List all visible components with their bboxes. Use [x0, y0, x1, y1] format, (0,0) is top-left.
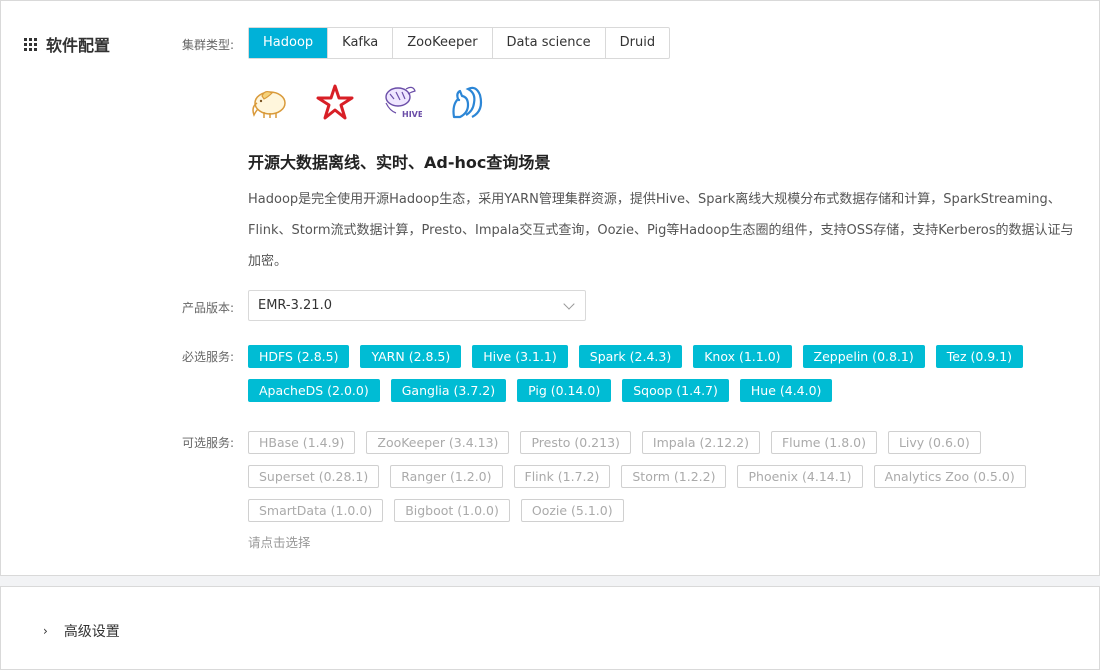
service-tag[interactable]: Pig (0.14.0) — [517, 379, 612, 402]
optional-services-label: 可选服务: — [182, 436, 235, 450]
service-tag[interactable]: Zeppelin (0.8.1) — [802, 345, 925, 368]
software-config-panel: 软件配置 集群类型: Hadoop Kafka ZooKeeper Data scie… — [0, 0, 1100, 576]
scene-title: 开源大数据离线、实时、Ad-hoc查询场景 — [248, 153, 551, 172]
service-tag[interactable]: Livy (0.6.0) — [887, 431, 981, 454]
service-tag[interactable]: Spark (2.4.3) — [578, 345, 683, 368]
service-tag[interactable]: YARN (2.8.5) — [360, 345, 462, 368]
scene-description: Hadoop是完全使用开源Hadoop生态，采用YARN管理集群资源，提供Hiv… — [248, 192, 1074, 269]
cluster-type-label: 集群类型: — [182, 38, 235, 52]
service-tag[interactable]: Analytics Zoo (0.5.0) — [873, 465, 1026, 488]
tab-hadoop[interactable]: Hadoop — [249, 28, 328, 58]
service-tag[interactable]: Superset (0.28.1) — [248, 465, 380, 488]
service-tag[interactable]: Phoenix (4.14.1) — [737, 465, 863, 488]
squirrel-icon — [452, 86, 483, 119]
chevron-right-icon: › — [43, 624, 48, 638]
service-tag[interactable]: Hue (4.4.0) — [739, 379, 833, 402]
advanced-settings-toggle[interactable]: › 高级设置 — [43, 621, 120, 641]
section-title: 软件配置 — [46, 36, 111, 55]
svg-text:HIVE: HIVE — [402, 110, 422, 119]
service-tag[interactable]: Hive (3.1.1) — [472, 345, 568, 368]
required-services-label: 必选服务: — [182, 350, 235, 364]
service-tag[interactable]: HDFS (2.8.5) — [248, 345, 350, 368]
required-services-list: HDFS (2.8.5) YARN (2.8.5) Hive (3.1.1) Spar… — [248, 345, 1078, 402]
grid-icon — [24, 37, 37, 51]
tab-data-science[interactable]: Data science — [491, 28, 605, 58]
section-header: 软件配置 — [24, 32, 110, 56]
service-tag[interactable]: SmartData (1.0.0) — [248, 499, 384, 522]
service-tag[interactable]: Knox (1.1.0) — [693, 345, 792, 368]
chevron-down-icon — [563, 298, 575, 310]
hive-bee-icon: HIVE — [385, 86, 422, 119]
service-tag[interactable]: Ganglia (3.7.2) — [390, 379, 507, 402]
service-tag[interactable]: HBase (1.4.9) — [248, 431, 356, 454]
version-select-value: EMR-3.21.0 — [258, 298, 332, 313]
service-tag[interactable]: ZooKeeper (3.4.13) — [366, 431, 510, 454]
optional-services-list: HBase (1.4.9) ZooKeeper (3.4.13) Presto (0… — [248, 431, 1078, 522]
tab-kafka[interactable]: Kafka — [327, 28, 392, 58]
service-tag[interactable]: Tez (0.9.1) — [935, 345, 1024, 368]
service-tag[interactable]: Oozie (5.1.0) — [520, 499, 624, 522]
advanced-settings-panel: › 高级设置 — [0, 586, 1100, 670]
version-label: 产品版本: — [182, 301, 235, 315]
service-tag[interactable]: Presto (0.213) — [520, 431, 631, 454]
cluster-type-tabs: Hadoop Kafka ZooKeeper Data science Druid — [248, 27, 671, 59]
tab-zookeeper[interactable]: ZooKeeper — [392, 28, 491, 58]
tab-druid[interactable]: Druid — [604, 28, 669, 58]
service-tag[interactable]: Storm (1.2.2) — [621, 465, 727, 488]
service-tag[interactable]: ApacheDS (2.0.0) — [248, 379, 380, 402]
select-hint: 请点击选择 — [248, 535, 311, 550]
version-select[interactable]: EMR-3.21.0 — [248, 290, 586, 321]
service-tag[interactable]: Impala (2.12.2) — [641, 431, 760, 454]
spark-star-icon — [316, 84, 354, 120]
service-tag[interactable]: Ranger (1.2.0) — [390, 465, 503, 488]
hadoop-elephant-icon — [252, 90, 286, 118]
service-tag[interactable]: Flume (1.8.0) — [770, 431, 877, 454]
service-tag[interactable]: Flink (1.7.2) — [513, 465, 611, 488]
service-tag[interactable]: Sqoop (1.4.7) — [622, 379, 729, 402]
advanced-settings-label: 高级设置 — [63, 624, 120, 640]
service-tag[interactable]: Bigboot (1.0.0) — [394, 499, 510, 522]
component-logos: HIVE — [248, 81, 488, 123]
